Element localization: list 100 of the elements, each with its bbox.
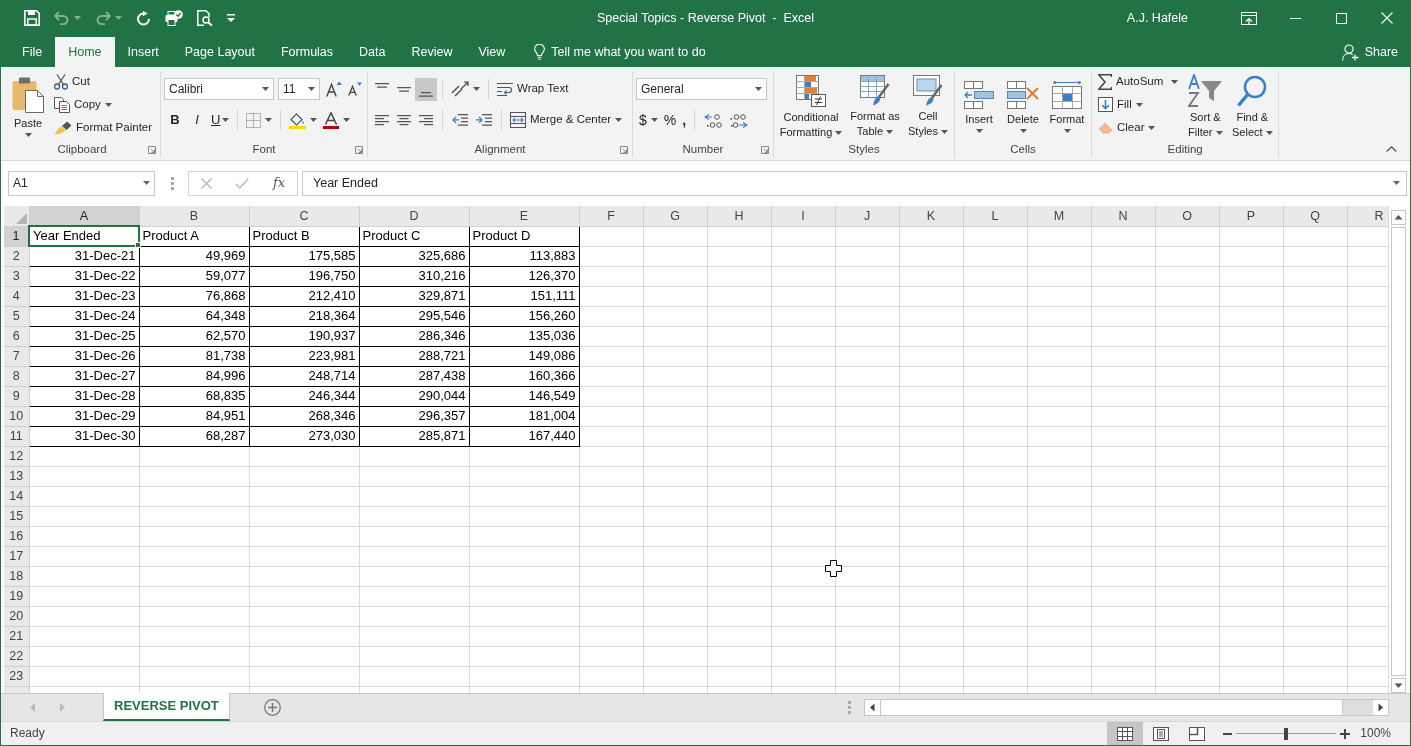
cut-button[interactable]: Cut xyxy=(51,70,156,93)
insert-function-button[interactable]: fx xyxy=(273,175,286,191)
font-shrink-icon[interactable] xyxy=(348,82,362,96)
insert-cells-button[interactable]: Insert xyxy=(958,71,1000,141)
row-number[interactable]: 8 xyxy=(4,366,29,386)
dialog-launcher-icon[interactable] xyxy=(620,145,628,154)
ribbon-tab[interactable]: Insert xyxy=(114,37,172,67)
clear-button[interactable]: Clear xyxy=(1095,116,1182,139)
cell-styles-button[interactable]: Cell Styles xyxy=(905,71,951,141)
column-letter[interactable]: J xyxy=(835,206,899,226)
underline-button[interactable]: U xyxy=(208,109,233,131)
sheet-tab[interactable]: REVERSE PIVOT xyxy=(103,693,230,721)
bold-button[interactable]: B xyxy=(164,109,186,131)
row-number[interactable]: 13 xyxy=(4,466,29,486)
copy-button[interactable]: Copy xyxy=(51,93,156,116)
splitter-dots-icon[interactable] xyxy=(848,701,851,714)
column-letter[interactable]: Q xyxy=(1283,206,1347,226)
delete-cells-button[interactable]: Delete xyxy=(1002,71,1044,141)
row-number[interactable]: 18 xyxy=(4,566,29,586)
increase-indent-icon[interactable] xyxy=(476,114,492,126)
paste-button[interactable]: Paste xyxy=(7,71,49,141)
align-bottom-button[interactable] xyxy=(415,77,437,101)
dialog-launcher-icon[interactable] xyxy=(148,145,156,154)
fill-button[interactable]: Fill xyxy=(1095,93,1182,116)
share-button[interactable]: Share xyxy=(1337,37,1402,67)
row-number[interactable]: 17 xyxy=(4,546,29,566)
column-letter[interactable]: O xyxy=(1155,206,1219,226)
close-icon[interactable] xyxy=(1381,12,1393,24)
column-letter[interactable]: N xyxy=(1091,206,1155,226)
row-number[interactable]: 23 xyxy=(4,666,29,686)
find-select-button[interactable]: Find & Select xyxy=(1229,71,1276,141)
page-magnifier-icon[interactable] xyxy=(197,10,213,26)
column-letter[interactable]: I xyxy=(771,206,835,226)
dialog-launcher-icon[interactable] xyxy=(761,145,769,154)
column-letter[interactable]: L xyxy=(963,206,1027,226)
column-heading-cell[interactable]: Product A xyxy=(139,226,249,246)
minimize-icon[interactable] xyxy=(1289,17,1301,19)
row-number[interactable]: 20 xyxy=(4,606,29,626)
row-number[interactable]: 5 xyxy=(4,306,29,326)
column-heading-cell[interactable]: Product D xyxy=(469,226,579,246)
ribbon-tab[interactable]: Home xyxy=(55,37,115,67)
maximize-icon[interactable] xyxy=(1335,12,1347,24)
row-number[interactable]: 22 xyxy=(4,646,29,666)
check-icon[interactable] xyxy=(235,177,250,189)
ribbon-tab[interactable]: Page Layout xyxy=(171,37,268,67)
decrease-decimal-icon[interactable] xyxy=(730,112,749,128)
column-heading-cell[interactable]: Product B xyxy=(249,226,359,246)
ribbon-tab[interactable]: Review xyxy=(398,37,466,67)
normal-view-button[interactable] xyxy=(1107,722,1144,745)
tell-me-search[interactable]: Tell me what you want to do xyxy=(530,37,710,67)
italic-button[interactable]: I xyxy=(186,109,208,131)
dialog-launcher-icon[interactable] xyxy=(355,145,363,154)
ribbon-options-icon[interactable] xyxy=(1241,11,1257,25)
row-number[interactable]: 21 xyxy=(4,626,29,646)
format-as-table-button[interactable]: Format as Table xyxy=(847,71,903,141)
splitter-dots-icon[interactable] xyxy=(171,176,174,190)
column-heading-cell[interactable]: Year Ended xyxy=(29,226,139,246)
user-name[interactable]: A.J. Hafele xyxy=(1126,10,1188,26)
plus-icon[interactable] xyxy=(1340,728,1351,739)
column-letter[interactable]: F xyxy=(579,206,643,226)
number-format-dropdown[interactable]: General xyxy=(636,78,767,100)
increase-decimal-icon[interactable] xyxy=(704,112,723,128)
ribbon-tab[interactable]: File xyxy=(9,37,56,67)
row-number[interactable]: 12 xyxy=(4,446,29,466)
row-number[interactable]: 9 xyxy=(4,386,29,406)
row-number[interactable]: 11 xyxy=(4,426,29,446)
font-name-dropdown[interactable]: Calibri xyxy=(164,78,274,100)
row-number[interactable]: 6 xyxy=(4,326,29,346)
column-letter[interactable]: G xyxy=(643,206,707,226)
column-letter[interactable]: E xyxy=(469,206,579,226)
row-number[interactable]: 14 xyxy=(4,486,29,506)
minus-icon[interactable] xyxy=(1223,732,1233,735)
scrollbar-thumb[interactable] xyxy=(880,700,1343,715)
font-grow-icon[interactable] xyxy=(326,81,342,97)
row-number[interactable]: 10 xyxy=(4,406,29,426)
percent-button[interactable]: % xyxy=(660,110,680,130)
merge-center-button[interactable]: Merge & Center xyxy=(507,111,626,129)
fill-handle-icon[interactable] xyxy=(135,242,141,248)
column-letter[interactable]: A xyxy=(29,206,139,226)
zoom-slider-thumb[interactable] xyxy=(1284,727,1289,740)
font-size-dropdown[interactable]: 11 xyxy=(278,78,320,100)
add-circle-icon[interactable] xyxy=(263,699,281,716)
row-number[interactable]: 19 xyxy=(4,586,29,606)
column-letter[interactable]: K xyxy=(899,206,963,226)
ribbon-tab[interactable]: Data xyxy=(346,37,399,67)
column-letter[interactable]: M xyxy=(1027,206,1091,226)
column-letter[interactable]: D xyxy=(359,206,469,226)
column-letter[interactable]: R xyxy=(1347,206,1388,226)
column-letter[interactable]: P xyxy=(1219,206,1283,226)
name-box[interactable]: A1 xyxy=(8,170,155,196)
zoom-level[interactable]: 100% xyxy=(1360,726,1391,741)
conditional-formatting-button[interactable]: Conditional Formatting xyxy=(777,71,845,141)
column-letter[interactable]: C xyxy=(249,206,359,226)
ribbon-tab[interactable]: View xyxy=(465,37,519,67)
format-cells-button[interactable]: Format xyxy=(1046,71,1088,141)
scrollbar-thumb[interactable] xyxy=(1390,227,1406,676)
circular-arrow-icon[interactable] xyxy=(136,10,151,26)
printer-check-icon[interactable] xyxy=(165,10,183,26)
autosum-button[interactable]: AutoSum xyxy=(1095,70,1182,93)
format-painter-button[interactable]: Format Painter xyxy=(51,116,156,139)
